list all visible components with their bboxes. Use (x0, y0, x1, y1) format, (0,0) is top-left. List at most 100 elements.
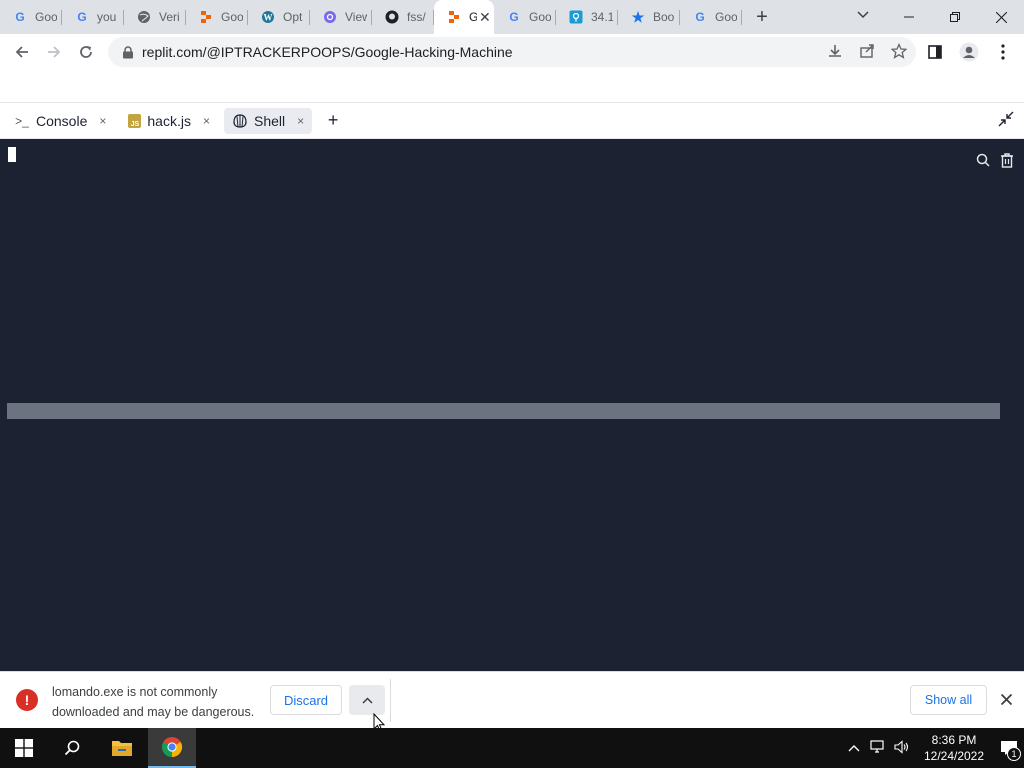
js-file-icon: JS (128, 113, 142, 128)
profile-avatar-icon[interactable] (956, 36, 982, 68)
system-tray: 8:36 PM 12/24/2022 1 (848, 728, 1024, 768)
tab-console[interactable]: >_ Console × (6, 108, 114, 134)
browser-toolbar: replit.com/@IPTRACKERPOOPS/Google-Hackin… (0, 34, 1024, 70)
search-icon (64, 740, 80, 756)
close-window-icon[interactable] (978, 0, 1024, 34)
console-icon: >_ (15, 113, 29, 128)
file-explorer-button[interactable] (98, 728, 146, 768)
github-icon (384, 9, 400, 25)
browser-tab-title: Goo (715, 10, 737, 24)
svg-text:W: W (264, 13, 273, 23)
shell-terminal[interactable] (0, 139, 1024, 671)
download-warning-text: lomando.exe is not commonly downloaded a… (52, 685, 255, 719)
replit-icon (198, 9, 214, 25)
browser-tab-10[interactable]: 34.1 (556, 0, 618, 34)
terminal-cursor (8, 147, 16, 162)
collapse-icon[interactable] (998, 111, 1016, 129)
add-tab-button[interactable]: + (322, 110, 344, 131)
clock[interactable]: 8:36 PM 12/24/2022 (920, 732, 988, 764)
replit-tab-bar: >_ Console × JS hack.js × Shell × + (0, 103, 1024, 139)
at-icon (322, 9, 338, 25)
browser-tab-7[interactable]: fss/ (372, 0, 434, 34)
google-icon: G (77, 10, 87, 24)
tab-label: hack.js (147, 112, 191, 129)
window-controls (886, 0, 1024, 34)
browser-tab-5[interactable]: W Opt (248, 0, 310, 34)
wordpress-icon: W (260, 9, 276, 25)
browser-tab-12[interactable]: G Goo (680, 0, 742, 34)
tab-label: Shell (253, 112, 286, 129)
volume-icon[interactable] (894, 739, 910, 757)
google-icon: G (695, 10, 705, 24)
tab-shell[interactable]: Shell × (223, 107, 313, 134)
location-icon (568, 9, 584, 25)
side-panel-icon[interactable] (922, 36, 948, 68)
google-icon: G (15, 10, 25, 24)
browser-tab-4[interactable]: Goo (186, 0, 248, 34)
replit-icon (446, 9, 462, 25)
browser-tab-9[interactable]: G Goo (494, 0, 556, 34)
clock-date: 12/24/2022 (923, 749, 985, 763)
reload-icon[interactable] (70, 36, 102, 68)
address-bar[interactable]: replit.com/@IPTRACKERPOOPS/Google-Hackin… (108, 37, 916, 67)
notification-count-badge: 1 (1007, 747, 1021, 761)
tab-search-icon[interactable] (852, 0, 874, 30)
close-download-bar-icon[interactable] (996, 689, 1016, 709)
browser-tab-title: Opt (283, 10, 303, 24)
bookmark-star-icon[interactable] (890, 42, 908, 62)
browser-tab-title: Goo (529, 10, 551, 24)
google-icon: G (509, 10, 519, 24)
minimize-icon[interactable] (886, 0, 932, 34)
share-icon[interactable] (858, 43, 876, 62)
browser-tab-3[interactable]: Veri (124, 0, 186, 34)
browser-tab-2[interactable]: G you (62, 0, 124, 34)
download-options-button[interactable] (349, 685, 385, 715)
terminal-selection-bar (7, 403, 1000, 419)
windows-logo-icon (15, 739, 33, 757)
chevron-up-icon (361, 696, 373, 704)
discard-button[interactable]: Discard (270, 685, 342, 715)
close-icon[interactable]: × (99, 114, 106, 128)
chevron-up-icon[interactable] (848, 741, 860, 755)
page-header-area (0, 70, 1024, 103)
search-button[interactable] (48, 728, 96, 768)
search-icon[interactable] (974, 151, 992, 169)
close-icon[interactable]: × (203, 114, 210, 128)
browser-tab-title: Goo (35, 10, 57, 24)
menu-kebab-icon[interactable] (990, 36, 1016, 68)
warning-icon: ! (16, 689, 38, 711)
close-icon[interactable]: × (297, 114, 304, 128)
browser-tab-6[interactable]: View (310, 0, 372, 34)
browser-tab-11[interactable]: ★ Boo (618, 0, 680, 34)
browser-tab-title: Boo (653, 10, 675, 24)
back-arrow-icon[interactable] (6, 36, 38, 68)
browser-tab-title: View (345, 10, 367, 24)
browser-tab-1[interactable]: G Goo (0, 0, 62, 34)
chrome-icon (161, 737, 183, 758)
tab-hack-js[interactable]: JS hack.js × (120, 108, 218, 134)
trash-icon[interactable] (998, 151, 1016, 169)
download-icon[interactable] (826, 43, 844, 62)
browser-tab-title: fss/ (407, 10, 426, 24)
notification-center-button[interactable]: 1 (994, 728, 1024, 768)
start-button[interactable] (0, 728, 48, 768)
browser-tab-title: you (97, 10, 117, 24)
divider (390, 679, 391, 722)
browser-tab-title: Goo (221, 10, 243, 24)
network-icon[interactable] (870, 739, 886, 757)
restore-icon[interactable] (932, 0, 978, 34)
folder-icon (112, 741, 132, 756)
forward-arrow-icon[interactable] (38, 36, 70, 68)
chrome-button[interactable] (148, 728, 196, 768)
shell-icon (232, 113, 248, 129)
lock-icon[interactable] (122, 46, 134, 59)
browser-tab-title: Veri (159, 10, 180, 24)
windows-taskbar: 8:36 PM 12/24/2022 1 (0, 728, 1024, 768)
url-text[interactable]: replit.com/@IPTRACKERPOOPS/Google-Hackin… (142, 44, 513, 60)
browser-tab-title: 34.1 (591, 10, 613, 24)
show-all-button[interactable]: Show all (910, 685, 987, 715)
new-tab-button[interactable]: + (742, 0, 782, 34)
close-tab-icon[interactable]: ✕ (479, 9, 491, 26)
browser-tab-active[interactable]: G ✕ (434, 0, 494, 34)
star-icon: ★ (631, 8, 645, 25)
